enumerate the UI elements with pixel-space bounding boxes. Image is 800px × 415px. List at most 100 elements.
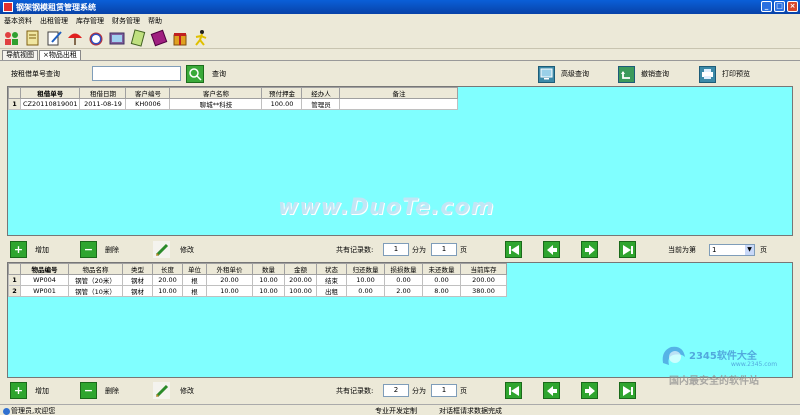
- column-header[interactable]: 客户名称: [169, 87, 263, 99]
- add-label[interactable]: 增加: [35, 245, 49, 255]
- last-page-icon[interactable]: [619, 241, 636, 258]
- menu-finance[interactable]: 财务管理: [112, 16, 140, 26]
- table-cell[interactable]: 管理员: [301, 98, 341, 110]
- table-row[interactable]: 1 WP004 钢管（20米） 钢材 20.00 根 20.00 10.00 2…: [8, 274, 507, 286]
- add-icon[interactable]: +: [10, 241, 27, 258]
- table-cell[interactable]: 0.00: [384, 274, 423, 286]
- column-header[interactable]: 损损数量: [384, 263, 423, 275]
- minimize-button[interactable]: _: [761, 1, 772, 12]
- column-header[interactable]: 类型: [122, 263, 153, 275]
- pencil-icon[interactable]: [153, 382, 170, 399]
- umbrella-icon[interactable]: [66, 29, 84, 47]
- column-header[interactable]: 未还数量: [422, 263, 461, 275]
- table-cell[interactable]: 根: [182, 274, 207, 286]
- tab-item-rental[interactable]: ×物品出租: [39, 50, 81, 60]
- table-cell[interactable]: 200.00: [460, 274, 507, 286]
- delete-label[interactable]: 删除: [105, 245, 119, 255]
- column-header[interactable]: 数量: [252, 263, 285, 275]
- column-header[interactable]: 备注: [339, 87, 459, 99]
- table-cell[interactable]: 结束: [316, 274, 347, 286]
- table-cell[interactable]: 8.00: [422, 285, 461, 297]
- column-header[interactable]: 状态: [316, 263, 347, 275]
- column-header[interactable]: 经办人: [301, 87, 341, 99]
- table-cell[interactable]: 钢管（20米）: [68, 274, 123, 286]
- column-header[interactable]: 预付押金: [261, 87, 303, 99]
- table-cell[interactable]: 20.00: [206, 274, 253, 286]
- gift-icon[interactable]: [171, 29, 189, 47]
- document-icon[interactable]: [24, 29, 42, 47]
- prev-page-icon[interactable]: [543, 382, 560, 399]
- table-row[interactable]: 1 CZ20110819001 2011-08-19 KH0006 聊城**科技…: [8, 98, 459, 110]
- column-header[interactable]: 当前库存: [460, 263, 507, 275]
- maximize-button[interactable]: □: [774, 1, 785, 12]
- table-cell[interactable]: 聊城**科技: [169, 98, 263, 110]
- advanced-search-button[interactable]: 高级查询: [538, 65, 589, 83]
- menu-basic-data[interactable]: 基本资料: [4, 16, 32, 26]
- column-header[interactable]: 外租单价: [206, 263, 253, 275]
- add-icon[interactable]: +: [10, 382, 27, 399]
- edit-label[interactable]: 修改: [180, 245, 194, 255]
- table-cell[interactable]: 100.00: [284, 285, 317, 297]
- delete-icon[interactable]: −: [80, 241, 97, 258]
- table-cell[interactable]: 200.00: [284, 274, 317, 286]
- current-page-select[interactable]: 1 ▼: [709, 244, 755, 256]
- search-button-label[interactable]: 查询: [212, 69, 226, 79]
- table-cell[interactable]: CZ20110819001: [19, 98, 81, 110]
- print-preview-button[interactable]: 打印预览: [699, 65, 750, 83]
- table-cell[interactable]: 10.00: [206, 285, 253, 297]
- column-header[interactable]: 物品名称: [68, 263, 123, 275]
- column-header[interactable]: 客户编号: [125, 87, 171, 99]
- table-cell[interactable]: 10.00: [252, 285, 285, 297]
- table-cell[interactable]: 2.00: [384, 285, 423, 297]
- table-cell[interactable]: WP004: [20, 274, 69, 286]
- column-header[interactable]: 金额: [284, 263, 317, 275]
- people-icon[interactable]: [3, 29, 21, 47]
- table-cell[interactable]: 钢材: [122, 285, 153, 297]
- pencil-icon[interactable]: [153, 241, 170, 258]
- table-cell[interactable]: 0.00: [346, 285, 385, 297]
- table-cell[interactable]: 10.00: [252, 274, 285, 286]
- table-cell[interactable]: 钢管（10米）: [68, 285, 123, 297]
- table-cell[interactable]: [339, 98, 459, 110]
- table-cell[interactable]: 380.00: [460, 285, 507, 297]
- menu-inventory[interactable]: 库存管理: [76, 16, 104, 26]
- column-header[interactable]: 租借单号: [19, 87, 81, 99]
- table-cell[interactable]: KH0006: [125, 98, 171, 110]
- table-cell[interactable]: 0.00: [422, 274, 461, 286]
- column-header[interactable]: 租借日期: [79, 87, 127, 99]
- table-cell[interactable]: 根: [182, 285, 207, 297]
- next-page-icon[interactable]: [581, 382, 598, 399]
- search-input[interactable]: [92, 66, 181, 81]
- table-cell[interactable]: 20.00: [152, 274, 183, 286]
- column-header[interactable]: 单位: [182, 263, 207, 275]
- add-label[interactable]: 增加: [35, 386, 49, 396]
- delete-label[interactable]: 删除: [105, 386, 119, 396]
- first-page-icon[interactable]: [505, 382, 522, 399]
- column-header[interactable]: 归还数量: [346, 263, 385, 275]
- book-icon[interactable]: [150, 29, 168, 47]
- search-icon[interactable]: [186, 65, 204, 83]
- last-page-icon[interactable]: [619, 382, 636, 399]
- first-page-icon[interactable]: [505, 241, 522, 258]
- edit-icon[interactable]: [45, 29, 63, 47]
- running-man-icon[interactable]: [192, 29, 210, 47]
- close-button[interactable]: ×: [787, 1, 798, 12]
- menu-help[interactable]: 帮助: [148, 16, 162, 26]
- next-page-icon[interactable]: [581, 241, 598, 258]
- cancel-search-button[interactable]: 撤销查询: [618, 65, 669, 83]
- menu-rental[interactable]: 出租管理: [40, 16, 68, 26]
- table-cell[interactable]: WP001: [20, 285, 69, 297]
- column-header[interactable]: 物品编号: [20, 263, 69, 275]
- table-cell[interactable]: 2011-08-19: [79, 98, 127, 110]
- prev-page-icon[interactable]: [543, 241, 560, 258]
- table-cell[interactable]: 100.00: [261, 98, 303, 110]
- chevron-down-icon[interactable]: ▼: [745, 245, 754, 255]
- column-header[interactable]: 长度: [152, 263, 183, 275]
- tab-navigation-view[interactable]: 导航视图: [2, 50, 38, 60]
- table-cell[interactable]: 钢材: [122, 274, 153, 286]
- picture-icon[interactable]: [108, 29, 126, 47]
- table-cell[interactable]: 10.00: [346, 274, 385, 286]
- alarm-clock-icon[interactable]: [87, 29, 105, 47]
- notepad-icon[interactable]: [129, 28, 147, 47]
- table-cell[interactable]: 出租: [316, 285, 347, 297]
